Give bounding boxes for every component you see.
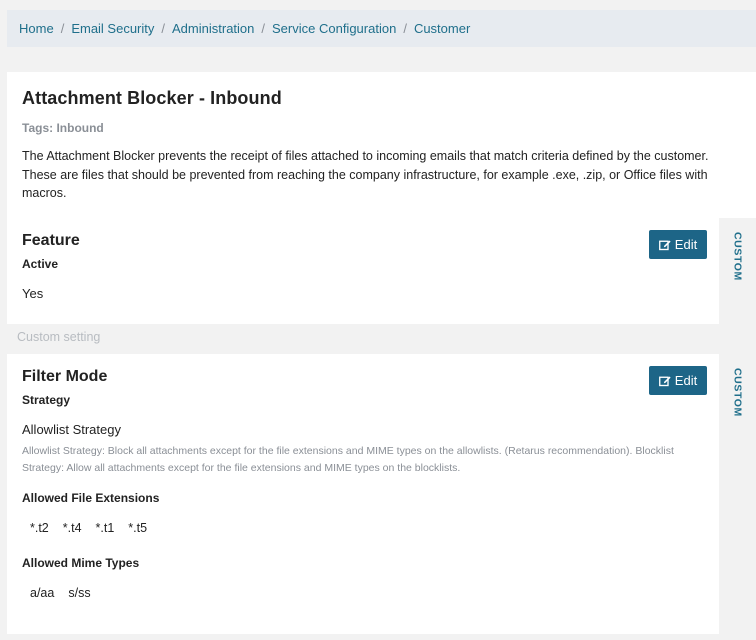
feature-title: Feature xyxy=(22,232,80,249)
tags-label: Tags: Inbound xyxy=(22,121,104,135)
active-value: Yes xyxy=(22,286,44,301)
filter-mode-title: Filter Mode xyxy=(22,368,108,385)
extension-item: *.t2 xyxy=(30,521,49,535)
filter-mode-custom-label: CUSTOM xyxy=(731,368,744,417)
filter-mode-custom-tab[interactable]: CUSTOM xyxy=(719,354,756,634)
strategy-value: Allowlist Strategy xyxy=(22,422,121,437)
breadcrumb-separator: / xyxy=(161,21,166,36)
feature-edit-button[interactable]: Edit xyxy=(649,230,707,259)
breadcrumb-home[interactable]: Home xyxy=(19,21,54,36)
filter-mode-edit-button[interactable]: Edit xyxy=(649,366,707,395)
feature-custom-label: CUSTOM xyxy=(731,232,744,281)
feature-edit-label: Edit xyxy=(674,237,698,252)
active-label: Active xyxy=(22,257,59,271)
mime-item: a/aa xyxy=(30,586,55,600)
breadcrumb-separator: / xyxy=(261,21,266,36)
breadcrumb: Home / Email Security / Administration /… xyxy=(7,10,756,47)
breadcrumb-customer[interactable]: Customer xyxy=(414,21,470,36)
mime-label: Allowed Mime Types xyxy=(22,556,140,570)
breadcrumb-service-configuration[interactable]: Service Configuration xyxy=(272,21,396,36)
edit-icon xyxy=(658,376,671,386)
breadcrumb-separator: / xyxy=(60,21,65,36)
mime-list: a/aa s/ss xyxy=(28,584,704,602)
intro-card: Attachment Blocker - Inbound Tags: Inbou… xyxy=(7,72,756,218)
feature-custom-tab[interactable]: CUSTOM xyxy=(719,218,756,324)
breadcrumb-separator: / xyxy=(403,21,407,36)
extension-item: *.t5 xyxy=(128,521,148,535)
mime-item: s/ss xyxy=(68,586,91,600)
strategy-label: Strategy xyxy=(22,393,71,407)
edit-icon xyxy=(658,240,671,250)
extension-item: *.t1 xyxy=(95,521,115,535)
filter-mode-edit-label: Edit xyxy=(674,373,698,388)
page-title: Attachment Blocker - Inbound xyxy=(22,88,282,108)
extensions-list: *.t2 *.t4 *.t1 *.t5 xyxy=(28,519,704,537)
feature-section: Feature Active Yes Edit xyxy=(7,218,719,324)
breadcrumb-administration[interactable]: Administration xyxy=(172,21,254,36)
custom-setting-label: Custom setting xyxy=(17,330,101,344)
extension-item: *.t4 xyxy=(62,521,82,535)
strategy-hint: Allowlist Strategy: Block all attachment… xyxy=(22,445,674,474)
filter-mode-section: Filter Mode Strategy Allowlist Strategy … xyxy=(7,354,719,634)
extensions-label: Allowed File Extensions xyxy=(22,491,160,505)
breadcrumb-email-security[interactable]: Email Security xyxy=(71,21,154,36)
page-description: The Attachment Blocker prevents the rece… xyxy=(22,149,709,200)
